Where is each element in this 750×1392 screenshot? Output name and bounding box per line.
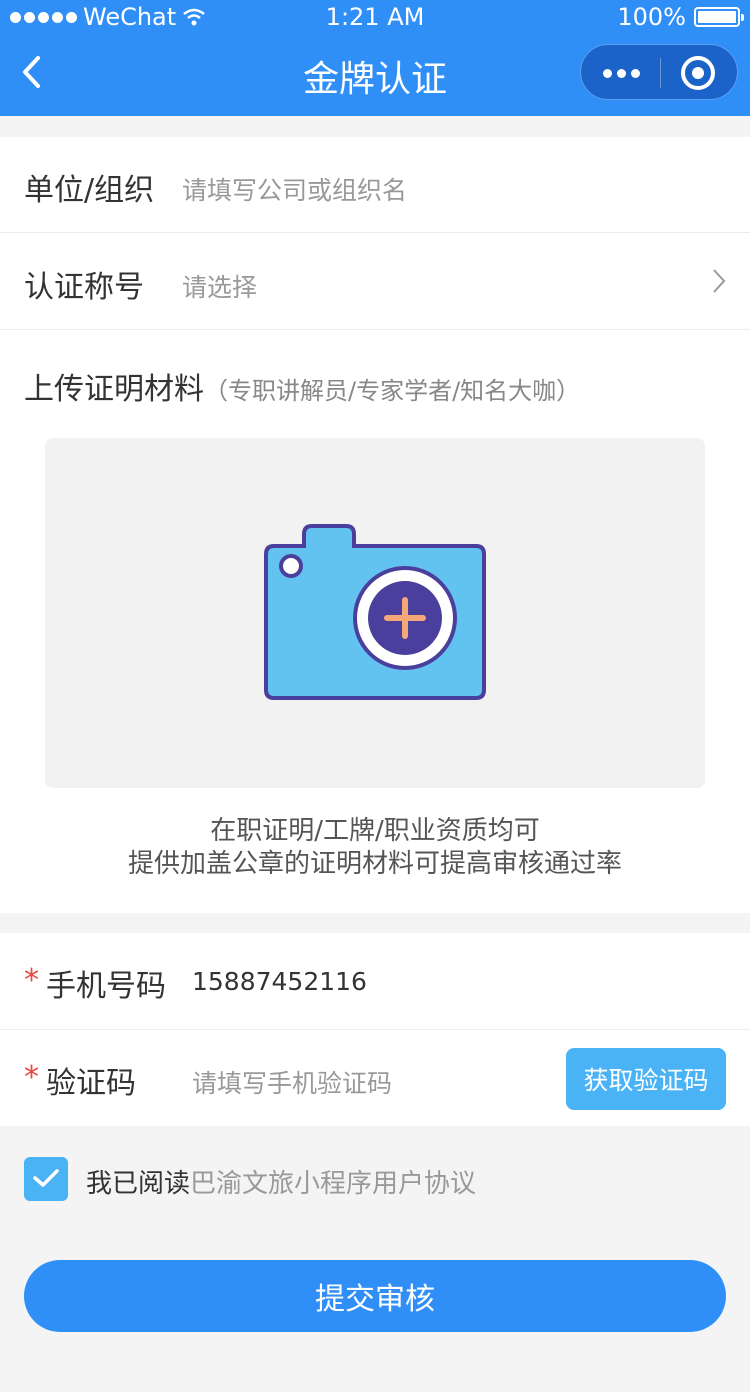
agreement-text: 我已阅读巴渝文旅小程序用户协议 bbox=[86, 1163, 476, 1200]
upload-hint-line2: 提供加盖公章的证明材料可提高审核通过率 bbox=[127, 849, 622, 879]
upload-hint-line1: 在职证明/工牌/职业资质均可 bbox=[210, 816, 540, 846]
required-mark: * bbox=[24, 1060, 39, 1095]
agreement-prefix: 我已阅读 bbox=[86, 1169, 191, 1199]
code-input[interactable]: 请填写手机验证码 bbox=[192, 1064, 392, 1100]
required-mark: * bbox=[24, 963, 39, 998]
phone-label: 手机号码 bbox=[46, 969, 166, 1004]
capsule-divider bbox=[660, 58, 661, 88]
get-code-button[interactable]: 获取验证码 bbox=[566, 1048, 726, 1110]
battery-icon bbox=[694, 7, 744, 27]
code-label: 验证码 bbox=[46, 1066, 136, 1101]
chevron-right-icon bbox=[713, 269, 726, 293]
org-row[interactable]: 单位/组织 请填写公司或组织名 bbox=[0, 137, 750, 233]
agree-checkbox[interactable] bbox=[24, 1157, 68, 1201]
check-icon bbox=[33, 1169, 59, 1187]
title-select-label: 认证称号 bbox=[24, 270, 144, 305]
status-bar: WeChat 1:21 AM 100% bbox=[0, 0, 750, 34]
mini-program-capsule bbox=[580, 44, 738, 100]
upload-title: 上传证明材料（专职讲解员/专家学者/知名大咖） bbox=[24, 364, 580, 408]
phone-input[interactable]: 15887452116 bbox=[192, 967, 367, 996]
title-select-row[interactable]: 认证称号 请选择 bbox=[0, 234, 750, 330]
phone-row[interactable]: * 手机号码 15887452116 bbox=[0, 933, 750, 1030]
more-button[interactable] bbox=[581, 45, 661, 101]
upload-label: 上传证明材料 bbox=[24, 372, 204, 407]
upload-sub-label: （专职讲解员/专家学者/知名大咖） bbox=[204, 377, 581, 405]
status-right: 100% bbox=[617, 3, 744, 31]
title-select-value[interactable]: 请选择 bbox=[182, 268, 257, 304]
camera-add-icon bbox=[264, 524, 486, 700]
org-label: 单位/组织 bbox=[24, 173, 155, 208]
org-input[interactable]: 请填写公司或组织名 bbox=[182, 171, 407, 207]
upload-area[interactable] bbox=[45, 438, 705, 788]
close-miniprogram-button[interactable] bbox=[681, 56, 715, 90]
agreement-link[interactable]: 巴渝文旅小程序用户协议 bbox=[190, 1169, 476, 1199]
nav-bar: 金牌认证 bbox=[0, 34, 750, 116]
submit-button[interactable]: 提交审核 bbox=[24, 1260, 726, 1332]
battery-percent: 100% bbox=[617, 3, 686, 31]
